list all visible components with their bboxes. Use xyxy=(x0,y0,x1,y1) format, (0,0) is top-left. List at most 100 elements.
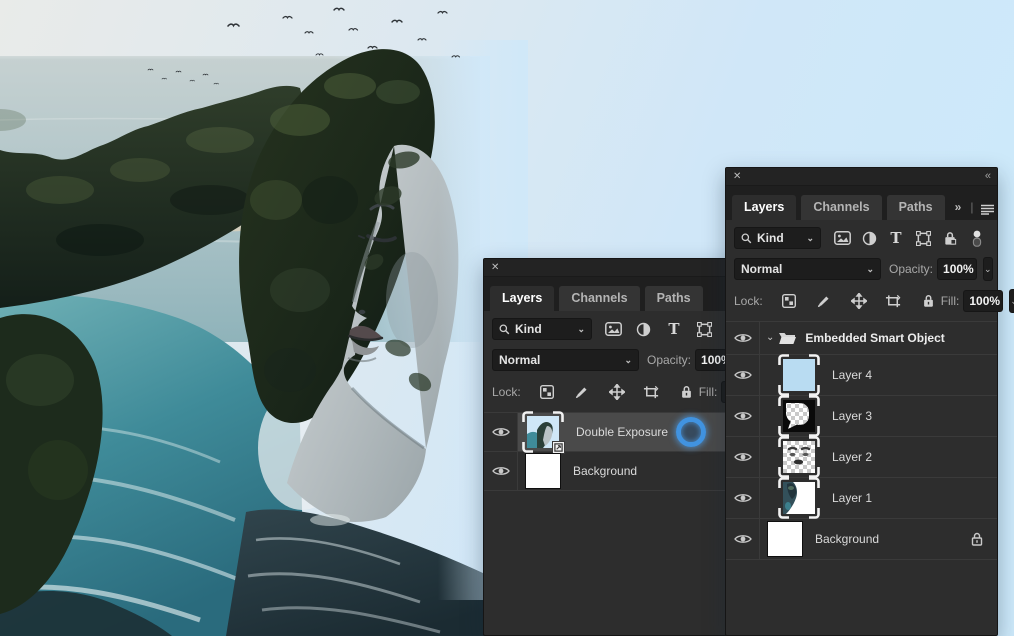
layer-name: Layer 4 xyxy=(832,368,872,382)
lock-row: Lock: xyxy=(734,289,989,313)
group-row-embedded-smart-object[interactable]: ⌄ Embedded Smart Object xyxy=(726,322,997,355)
close-icon[interactable]: ✕ xyxy=(733,172,741,182)
panel-header: ✕ « xyxy=(726,168,997,186)
layer-row-background[interactable]: Background xyxy=(484,452,755,491)
panel-tabs: Layers Channels Paths » xyxy=(484,277,755,311)
eye-icon xyxy=(734,533,752,545)
layer2-thumbnail-art xyxy=(783,441,815,473)
filter-row: Kind ⌄ T xyxy=(734,227,989,249)
layer-row-background[interactable]: Background xyxy=(726,519,997,560)
search-icon xyxy=(741,233,752,244)
filter-kind-select[interactable]: Kind ⌄ xyxy=(492,318,592,340)
opacity-dropdown-button[interactable]: ⌄ xyxy=(983,257,993,281)
close-icon[interactable]: ✕ xyxy=(491,263,499,273)
opacity-label: Opacity: xyxy=(889,262,933,276)
filter-kind-value: Kind xyxy=(515,322,542,336)
layer1-thumbnail-art xyxy=(783,482,815,514)
visibility-toggle[interactable] xyxy=(484,413,518,451)
fill-label: Fill: xyxy=(699,385,718,399)
filter-shape-icon[interactable] xyxy=(911,227,935,249)
tab-paths[interactable]: Paths xyxy=(887,195,945,220)
layer-thumbnail[interactable] xyxy=(778,477,820,519)
lock-pixels-icon[interactable] xyxy=(570,381,594,403)
layers-panel-document: ✕ Layers Channels Paths » Kind ⌄ xyxy=(483,258,756,636)
layers-panel-smart-object: ✕ « Layers Channels Paths » | Kind xyxy=(725,167,998,636)
layer-list-empty-area xyxy=(484,491,755,635)
layer-thumbnail[interactable] xyxy=(778,395,820,437)
blend-mode-select[interactable]: Normal ⌄ xyxy=(734,258,881,280)
lock-all-icon[interactable] xyxy=(917,290,941,312)
tab-channels[interactable]: Channels xyxy=(801,195,881,220)
tab-layers[interactable]: Layers xyxy=(490,286,554,311)
visibility-toggle[interactable] xyxy=(484,452,518,490)
search-icon xyxy=(499,324,510,335)
lock-position-icon[interactable] xyxy=(605,381,629,403)
layer-name: Background xyxy=(815,532,879,546)
layer-name: Background xyxy=(573,464,637,478)
filter-image-icon[interactable] xyxy=(601,318,625,340)
layer-thumbnail[interactable] xyxy=(522,411,564,453)
lock-artboard-icon[interactable] xyxy=(640,381,664,403)
visibility-toggle[interactable] xyxy=(726,355,760,395)
eye-icon xyxy=(492,426,510,438)
blend-row: Normal ⌄ Opacity: 100% ⌄ xyxy=(492,348,747,372)
layer-row-layer-1[interactable]: Layer 1 xyxy=(726,478,997,519)
layer-thumbnail[interactable] xyxy=(525,453,561,489)
photoshop-workspace: ✕ Layers Channels Paths » Kind ⌄ xyxy=(0,0,1014,636)
tab-channels[interactable]: Channels xyxy=(559,286,639,311)
filter-shape-icon[interactable] xyxy=(693,318,717,340)
lock-artboard-icon[interactable] xyxy=(882,290,906,312)
layer-name: Double Exposure xyxy=(576,425,668,439)
visibility-toggle[interactable] xyxy=(726,396,760,436)
lock-all-icon[interactable] xyxy=(675,381,699,403)
panel-header: ✕ xyxy=(484,259,755,277)
panel-menu-icon[interactable] xyxy=(980,204,997,220)
layer-row-layer-3[interactable]: Layer 3 xyxy=(726,396,997,437)
opacity-value[interactable]: 100% xyxy=(937,258,977,280)
collapse-icon[interactable]: « xyxy=(985,171,990,182)
lock-label: Lock: xyxy=(492,385,521,399)
layer-thumbnail[interactable] xyxy=(778,436,820,478)
fill-dropdown-button[interactable]: ⌄ xyxy=(1009,289,1014,313)
filter-adjustment-icon[interactable] xyxy=(632,318,656,340)
eye-icon xyxy=(734,369,752,381)
visibility-toggle[interactable] xyxy=(726,478,760,518)
layer-name: Layer 1 xyxy=(832,491,872,505)
layer-thumbnail[interactable] xyxy=(767,521,803,557)
layer-name: Layer 3 xyxy=(832,409,872,423)
lock-position-icon[interactable] xyxy=(847,290,871,312)
lock-pixels-icon[interactable] xyxy=(812,290,836,312)
filter-image-icon[interactable] xyxy=(830,227,854,249)
lock-transparency-icon[interactable] xyxy=(777,290,801,312)
layer-row-layer-2[interactable]: Layer 2 xyxy=(726,437,997,478)
eye-icon xyxy=(734,332,752,344)
filter-adjustment-icon[interactable] xyxy=(857,227,881,249)
filter-type-icon[interactable]: T xyxy=(884,227,908,249)
filter-toggle-icon[interactable] xyxy=(965,227,989,249)
layer-row-layer-4[interactable]: Layer 4 xyxy=(726,355,997,396)
blend-row: Normal ⌄ Opacity: 100% ⌄ xyxy=(734,257,989,281)
lock-row: Lock: xyxy=(492,380,747,404)
layer-thumbnail[interactable] xyxy=(778,354,820,396)
fill-label: Fill: xyxy=(941,294,960,308)
lock-transparency-icon[interactable] xyxy=(535,381,559,403)
filter-smart-object-icon[interactable] xyxy=(938,227,962,249)
visibility-toggle[interactable] xyxy=(726,322,760,354)
visibility-toggle[interactable] xyxy=(726,437,760,477)
click-indicator-ring xyxy=(676,417,706,447)
visibility-toggle[interactable] xyxy=(726,519,760,559)
eye-icon xyxy=(492,465,510,477)
fill-value[interactable]: 100% xyxy=(963,290,1003,312)
blend-mode-select[interactable]: Normal ⌄ xyxy=(492,349,639,371)
eye-icon xyxy=(734,410,752,422)
filter-type-icon[interactable]: T xyxy=(662,318,686,340)
layer-row-double-exposure[interactable]: Double Exposure xyxy=(484,413,755,452)
opacity-label: Opacity: xyxy=(647,353,691,367)
tab-separator: | xyxy=(970,200,975,220)
overflow-icon[interactable]: » xyxy=(955,200,966,220)
tab-layers[interactable]: Layers xyxy=(732,195,796,220)
tab-paths[interactable]: Paths xyxy=(645,286,703,311)
locked-badge-icon xyxy=(971,532,983,546)
layer-list-empty-area xyxy=(726,560,997,635)
filter-kind-select[interactable]: Kind ⌄ xyxy=(734,227,821,249)
